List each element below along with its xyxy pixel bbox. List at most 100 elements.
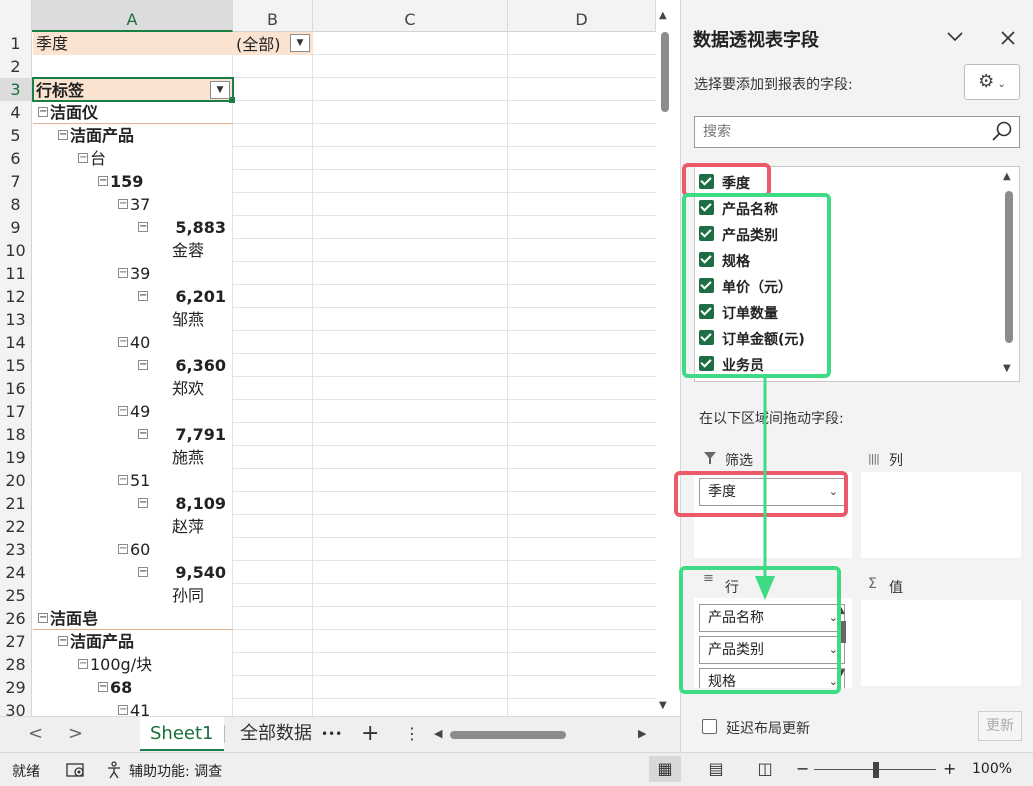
horizontal-scroll-thumb[interactable] xyxy=(450,731,566,739)
row-header[interactable]: 7 xyxy=(0,170,32,193)
scroll-left-arrow-icon[interactable]: ◀ xyxy=(434,727,442,740)
column-header-c[interactable]: C xyxy=(313,0,508,32)
row-header[interactable]: 12 xyxy=(0,285,32,308)
row-header[interactable]: 6 xyxy=(0,147,32,170)
row-header[interactable]: 11 xyxy=(0,262,32,285)
row-header[interactable]: 29 xyxy=(0,676,32,699)
horizontal-scrollbar[interactable]: ◀ ▶ xyxy=(432,727,654,743)
tools-button[interactable]: ⚙ ⌄ xyxy=(964,64,1020,100)
pivot-row[interactable]: 郑欢 xyxy=(172,377,204,400)
accessibility-icon[interactable] xyxy=(106,761,124,779)
pivot-row[interactable]: 施燕 xyxy=(172,446,204,469)
collapse-toggle-icon[interactable]: − xyxy=(98,175,108,186)
pivot-row[interactable]: −40 xyxy=(118,331,150,354)
pivot-row[interactable]: −51 xyxy=(118,469,150,492)
pivot-row[interactable]: − 9,540 xyxy=(138,561,226,584)
row-header[interactable]: 16 xyxy=(0,377,32,400)
pivot-row[interactable]: −37 xyxy=(118,193,150,216)
collapse-toggle-icon[interactable]: − xyxy=(78,152,88,163)
pivot-row[interactable]: − 7,791 xyxy=(138,423,226,446)
macro-record-icon[interactable] xyxy=(66,761,86,779)
add-sheet-icon[interactable]: + xyxy=(361,717,379,751)
row-header[interactable]: 8 xyxy=(0,193,32,216)
scroll-down-arrow-icon[interactable]: ▼ xyxy=(659,700,667,711)
row-header[interactable]: 28 xyxy=(0,653,32,676)
field-scroll-thumb[interactable] xyxy=(1005,191,1013,343)
collapse-toggle-icon[interactable]: − xyxy=(118,336,128,347)
row-header[interactable]: 1 xyxy=(0,32,32,55)
pivot-row[interactable]: − 6,360 xyxy=(138,354,226,377)
collapse-toggle-icon[interactable]: − xyxy=(38,612,48,623)
collapse-toggle-icon[interactable]: − xyxy=(138,566,148,577)
zoom-level[interactable]: 100% xyxy=(972,761,1012,777)
collapse-toggle-icon[interactable]: − xyxy=(78,658,88,669)
row-header[interactable]: 13 xyxy=(0,308,32,331)
collapse-toggle-icon[interactable]: − xyxy=(118,474,128,485)
close-icon[interactable] xyxy=(1000,30,1016,46)
pivot-row[interactable]: − 洁面产品 xyxy=(58,124,134,147)
column-header-a[interactable]: A xyxy=(32,0,233,32)
search-input[interactable] xyxy=(695,117,975,147)
column-header-d[interactable]: D xyxy=(508,0,656,32)
pivot-row[interactable]: − 洁面仪 xyxy=(38,101,98,124)
collapse-toggle-icon[interactable]: − xyxy=(58,129,68,140)
column-area[interactable] xyxy=(861,472,1021,558)
row-header[interactable]: 4 xyxy=(0,101,32,124)
pivot-row[interactable]: − 5,883 xyxy=(138,216,226,239)
row-header[interactable]: 14 xyxy=(0,331,32,354)
row-header[interactable]: 19 xyxy=(0,446,32,469)
row-header[interactable]: 10 xyxy=(0,239,32,262)
row-header[interactable]: 30 xyxy=(0,699,32,716)
vertical-scroll-thumb[interactable] xyxy=(661,32,669,112)
field-scroll-down-icon[interactable]: ▼ xyxy=(1003,363,1011,374)
collapse-toggle-icon[interactable]: − xyxy=(138,428,148,439)
row-header[interactable]: 2 xyxy=(0,55,32,78)
row-header[interactable]: 15 xyxy=(0,354,32,377)
pivot-row[interactable]: −39 xyxy=(118,262,150,285)
pivot-row[interactable]: − 8,109 xyxy=(138,492,226,515)
collapse-toggle-icon[interactable]: − xyxy=(118,405,128,416)
filter-dropdown-button[interactable]: ▼ xyxy=(290,34,310,52)
row-header[interactable]: 20 xyxy=(0,469,32,492)
collapse-toggle-icon[interactable]: − xyxy=(38,106,48,117)
zoom-slider-thumb[interactable] xyxy=(873,762,879,778)
pivot-row[interactable]: −100g/块 xyxy=(78,653,152,676)
more-tabs-icon[interactable]: ••• xyxy=(321,717,342,751)
row-header[interactable]: 5 xyxy=(0,124,32,147)
update-button[interactable]: 更新 xyxy=(978,711,1022,741)
collapse-toggle-icon[interactable]: − xyxy=(118,543,128,554)
pivot-row[interactable]: −60 xyxy=(118,538,150,561)
pivot-row[interactable]: −49 xyxy=(118,400,150,423)
scroll-up-arrow-icon[interactable]: ▲ xyxy=(659,10,667,21)
select-all-corner[interactable] xyxy=(0,0,32,32)
collapse-toggle-icon[interactable]: − xyxy=(138,359,148,370)
zoom-in-icon[interactable]: + xyxy=(943,759,956,778)
collapse-toggle-icon[interactable]: − xyxy=(138,221,148,232)
zoom-out-icon[interactable]: − xyxy=(796,759,809,778)
pivot-row[interactable]: 金蓉 xyxy=(172,239,204,262)
pivot-row[interactable]: 孙同 xyxy=(172,584,204,607)
row-label-header[interactable]: 行标签 xyxy=(36,79,84,102)
page-layout-view-icon[interactable]: ▤ xyxy=(700,756,732,782)
collapse-toggle-icon[interactable]: − xyxy=(138,497,148,508)
row-header[interactable]: 21 xyxy=(0,492,32,515)
filter-field-label[interactable]: 季度 xyxy=(36,32,68,55)
collapse-toggle-icon[interactable]: − xyxy=(138,290,148,301)
row-header[interactable]: 23 xyxy=(0,538,32,561)
row-header[interactable]: 17 xyxy=(0,400,32,423)
row-header[interactable]: 9 xyxy=(0,216,32,239)
pivot-row[interactable]: −159 xyxy=(98,170,143,193)
accessibility-status[interactable]: 辅助功能: 调查 xyxy=(129,761,222,781)
page-break-view-icon[interactable]: ◫ xyxy=(749,756,781,782)
field-search-box[interactable] xyxy=(694,116,1020,148)
tab-all-data[interactable]: 全部数据 xyxy=(240,717,312,751)
pivot-row[interactable]: − 6,201 xyxy=(138,285,226,308)
value-area[interactable] xyxy=(861,600,1021,686)
defer-update-checkbox[interactable] xyxy=(702,719,717,734)
field-list-scrollbar[interactable]: ▲ ▼ xyxy=(1000,169,1018,379)
sheet-options-icon[interactable]: ⋮ xyxy=(404,717,420,751)
row-label-dropdown-button[interactable]: ▼ xyxy=(210,81,230,99)
pivot-row[interactable]: −41 xyxy=(118,699,150,716)
collapse-toggle-icon[interactable]: − xyxy=(118,267,128,278)
row-header[interactable]: 22 xyxy=(0,515,32,538)
